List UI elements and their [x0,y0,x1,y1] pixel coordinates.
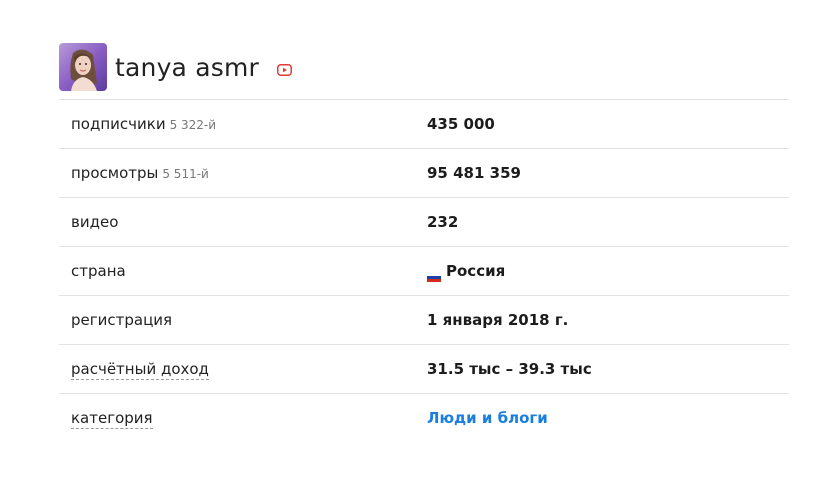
views-value: 95 481 359 [427,164,521,182]
country-value-container: Россия [426,262,506,282]
category-label[interactable]: категория [71,409,153,429]
russia-flag-icon [426,268,442,282]
stat-row-country: страна Россия [59,247,789,296]
category-link[interactable]: Люди и блоги [427,409,548,427]
stat-row-income: расчётный доход 31.5 тыс – 39.3 тыс [59,345,789,394]
stat-row-subscribers: подписчики 5 322-й 435 000 [59,100,789,149]
stat-row-videos: видео 232 [59,198,789,247]
income-label-container: расчётный доход [59,360,427,380]
registration-label: регистрация [71,311,173,329]
subscribers-value: 435 000 [427,115,495,133]
income-value: 31.5 тыс – 39.3 тыс [427,360,592,378]
views-rank: 5 511-й [162,167,209,181]
channel-name: tanya asmr [115,52,260,82]
youtube-icon[interactable] [277,64,293,76]
subscribers-label: подписчики [71,115,166,133]
category-value-container: Люди и блоги [427,409,548,427]
channel-avatar[interactable] [59,43,107,91]
category-label-container: категория [59,409,427,429]
registration-value: 1 января 2018 г. [427,311,569,329]
country-label: страна [71,262,126,280]
stat-label-views: просмотры 5 511-й [59,164,427,182]
stat-row-views: просмотры 5 511-й 95 481 359 [59,149,789,198]
subscribers-rank: 5 322-й [169,118,217,132]
avatar-photo-icon [59,43,107,91]
views-label: просмотры [71,164,159,182]
income-label[interactable]: расчётный доход [71,360,209,380]
stat-row-category: категория Люди и блоги [59,394,789,442]
channel-header: tanya asmr [59,43,789,100]
stat-label-subscribers: подписчики 5 322-й [59,115,427,133]
videos-label: видео [71,213,119,231]
stat-row-registration: регистрация 1 января 2018 г. [59,296,789,345]
country-value: Россия [446,262,506,280]
channel-card: tanya asmr подписчики 5 322-й 435 000 про… [59,43,789,442]
videos-value: 232 [427,213,459,231]
